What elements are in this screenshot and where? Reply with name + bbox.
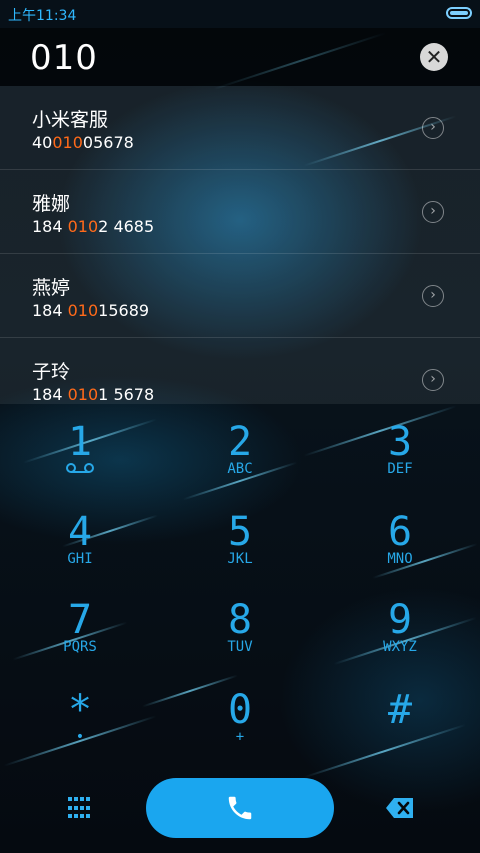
dialed-number-bar: 010 ✕ <box>0 28 480 86</box>
contact-results-list: 小米客服 4001005678 › 雅娜 184 0102 4685 › 燕婷 … <box>0 86 480 404</box>
contact-number: 4001005678 <box>32 133 134 152</box>
backspace-icon[interactable] <box>385 797 415 819</box>
matched-digits: 010 <box>67 301 99 320</box>
key-6[interactable]: 6 MNO <box>320 510 480 567</box>
status-time: 上午11:34 <box>8 8 77 24</box>
chevron-right-icon[interactable]: › <box>422 369 444 391</box>
close-icon[interactable]: ✕ <box>420 43 448 71</box>
key-7[interactable]: 7 PQRS <box>0 598 160 655</box>
key-3[interactable]: 3 DEF <box>320 420 480 477</box>
battery-icon <box>446 7 472 19</box>
key-9[interactable]: 9 WXYZ <box>320 598 480 655</box>
grid-icon[interactable] <box>68 797 92 821</box>
key-4[interactable]: 4 GHI <box>0 510 160 567</box>
contact-name: 燕婷 <box>32 277 71 299</box>
dialed-number-input[interactable]: 010 <box>30 38 98 78</box>
contact-result-row[interactable]: 小米客服 4001005678 › <box>0 86 480 170</box>
chevron-right-icon[interactable]: › <box>422 117 444 139</box>
key-5[interactable]: 5 JKL <box>160 510 320 567</box>
bottom-action-bar <box>0 775 480 845</box>
voicemail-icon <box>66 463 94 473</box>
key-hash[interactable]: # <box>320 688 480 732</box>
contact-number: 184 01015689 <box>32 301 150 320</box>
chevron-right-icon[interactable]: › <box>422 285 444 307</box>
contact-result-row[interactable]: 燕婷 184 01015689 › <box>0 254 480 338</box>
key-2[interactable]: 2 ABC <box>160 420 320 477</box>
contact-number: 184 0102 4685 <box>32 217 155 236</box>
key-star[interactable]: * • <box>0 688 160 745</box>
dial-keypad: 1 2 ABC 3 DEF 4 GHI 5 JKL 6 MNO 7 PQRS 8… <box>0 410 480 770</box>
key-1[interactable]: 1 <box>0 420 160 477</box>
matched-digits: 010 <box>67 217 99 236</box>
call-button[interactable] <box>146 778 334 838</box>
matched-digits: 010 <box>67 385 99 404</box>
chevron-right-icon[interactable]: › <box>422 201 444 223</box>
key-8[interactable]: 8 TUV <box>160 598 320 655</box>
matched-digits: 010 <box>52 133 83 152</box>
contact-name: 小米客服 <box>32 109 109 131</box>
contact-number: 184 0101 5678 <box>32 385 155 404</box>
contact-name: 子玲 <box>32 361 71 383</box>
contact-result-row[interactable]: 子玲 184 0101 5678 › <box>0 338 480 404</box>
phone-icon <box>228 796 252 820</box>
status-bar: 上午11:34 <box>0 0 480 28</box>
contact-result-row[interactable]: 雅娜 184 0102 4685 › <box>0 170 480 254</box>
key-0[interactable]: 0 + <box>160 688 320 745</box>
contact-name: 雅娜 <box>32 193 71 215</box>
